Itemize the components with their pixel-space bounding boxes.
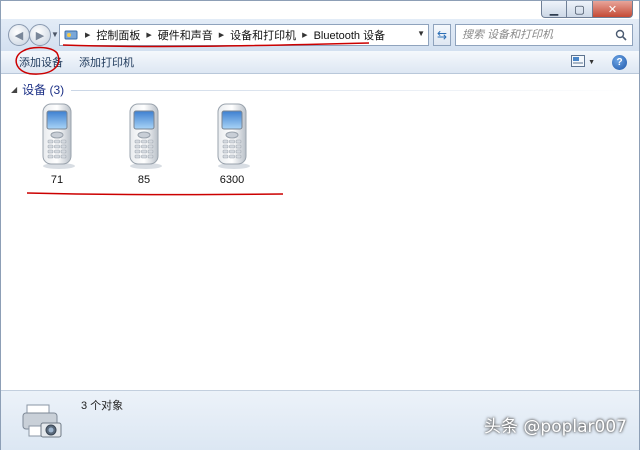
- group-header[interactable]: ◢ 设备 (3): [11, 81, 64, 98]
- breadcrumb-control-panel[interactable]: 控制面板: [96, 27, 140, 43]
- control-panel-icon: [64, 28, 78, 42]
- breadcrumb-separator-icon[interactable]: ▶: [146, 31, 151, 39]
- address-bar[interactable]: ▶ 控制面板 ▶ 硬件和声音 ▶ 设备和打印机 ▶ Bluetooth 设备 ▼: [59, 24, 429, 46]
- view-icon: [571, 55, 586, 70]
- refresh-button[interactable]: ⇆: [433, 24, 451, 46]
- printer-camera-icon: [21, 399, 65, 446]
- device-label: 71: [50, 174, 64, 186]
- mobile-phone-icon: [217, 103, 250, 169]
- minimize-button[interactable]: ▁: [541, 1, 567, 18]
- back-button[interactable]: ◀: [8, 24, 30, 46]
- group-divider: [71, 90, 631, 91]
- add-device-button[interactable]: 添加设备: [11, 54, 71, 70]
- minimize-icon: ▁: [549, 3, 559, 16]
- breadcrumb-separator-icon[interactable]: ▶: [219, 31, 224, 39]
- mobile-phone-icon: [129, 103, 162, 169]
- device-item[interactable]: 85: [118, 102, 170, 186]
- address-dropdown-icon[interactable]: ▼: [417, 29, 425, 38]
- window-controls: ▁ ▢ ✕: [541, 1, 633, 18]
- search-icon[interactable]: [615, 29, 627, 41]
- mobile-phone-icon: [42, 103, 75, 169]
- breadcrumb-hardware-sound[interactable]: 硬件和声音: [158, 27, 213, 43]
- address-row: ◀ ▶ ▼ ▶ 控制面板 ▶ 硬件和声音 ▶ 设备和打印机 ▶ Bluetoot…: [1, 19, 639, 51]
- breadcrumb-bluetooth-devices[interactable]: Bluetooth 设备: [314, 27, 386, 43]
- breadcrumb-separator-icon[interactable]: ▶: [85, 31, 90, 39]
- device-label: 85: [137, 174, 151, 186]
- breadcrumb-devices-printers[interactable]: 设备和打印机: [230, 27, 296, 43]
- help-icon: ?: [616, 57, 623, 68]
- explorer-window: ▁ ▢ ✕ ◀ ▶ ▼ ▶ 控制面板 ▶ 硬件和声音 ▶ 设备和打印机 ▶ Bl…: [0, 0, 640, 450]
- close-icon: ✕: [607, 3, 618, 16]
- refresh-icon: ⇆: [436, 28, 448, 42]
- change-view-button[interactable]: ▼: [571, 55, 595, 70]
- search-box[interactable]: [455, 24, 633, 46]
- forward-button[interactable]: ▶: [29, 24, 51, 46]
- view-dropdown-icon: ▼: [588, 59, 595, 66]
- breadcrumb-separator-icon[interactable]: ▶: [302, 31, 307, 39]
- help-button[interactable]: ?: [612, 55, 627, 70]
- recent-pages-dropdown-icon[interactable]: ▼: [51, 30, 59, 39]
- back-arrow-icon: ◀: [14, 29, 24, 42]
- device-item[interactable]: 71: [31, 102, 83, 186]
- forward-arrow-icon: ▶: [35, 29, 45, 42]
- maximize-icon: ▢: [574, 3, 585, 16]
- add-printer-button[interactable]: 添加打印机: [71, 54, 142, 70]
- collapse-arrow-icon[interactable]: ◢: [11, 85, 17, 94]
- device-label: 6300: [219, 174, 245, 186]
- group-title: 设备 (3): [22, 83, 65, 97]
- device-item[interactable]: 6300: [206, 102, 258, 186]
- object-count: 3 个对象: [81, 400, 124, 412]
- watermark: 头条 @poplar007: [484, 417, 627, 437]
- search-input[interactable]: [462, 29, 612, 41]
- maximize-button[interactable]: ▢: [567, 1, 593, 18]
- device-list-area: ◢ 设备 (3) 71 85 6300: [1, 74, 639, 390]
- close-button[interactable]: ✕: [593, 1, 633, 18]
- command-bar: 添加设备 添加打印机 ▼ ?: [1, 51, 639, 74]
